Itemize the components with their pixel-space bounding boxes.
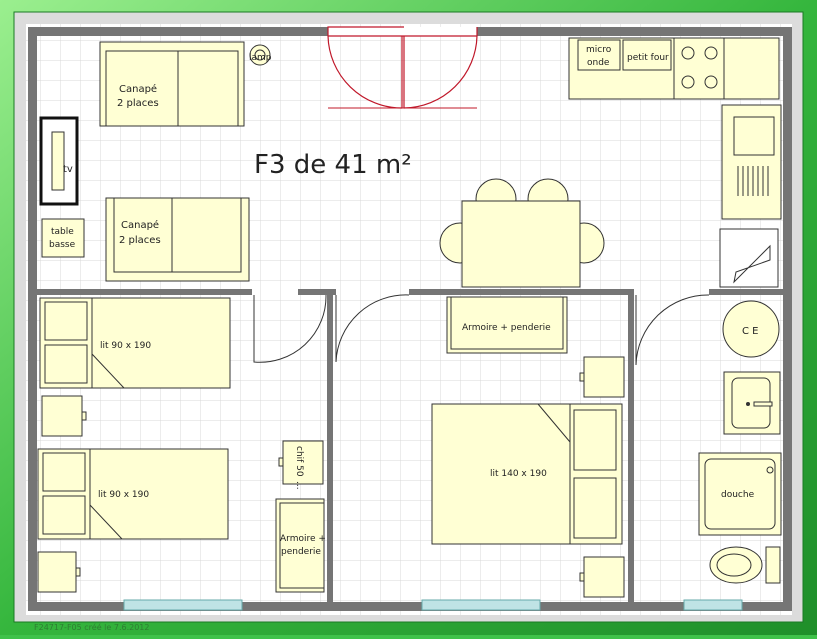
bed-single-b-pillow-2 xyxy=(42,495,86,535)
dining-table xyxy=(461,200,581,288)
nightstand-bedroom1-b xyxy=(37,551,77,593)
wall-partition-v2 xyxy=(628,295,634,602)
bed-single-a-label: lit 90 x 190 xyxy=(100,341,151,351)
lamp-label: lamp xyxy=(249,53,272,63)
wall-left xyxy=(28,27,37,611)
microwave-label-1: micro xyxy=(586,45,612,55)
nightstand-bedroom2-b-knob xyxy=(579,572,585,582)
toilet xyxy=(709,546,781,584)
window-bedroom-2 xyxy=(421,599,541,611)
bed-single-b-pillow-1 xyxy=(42,452,86,492)
burner-3 xyxy=(681,75,695,89)
footer-note: F24717-F05 créé le 7.6.2012 xyxy=(34,622,149,632)
wardrobe-bedroom1-label-1: Armoire + xyxy=(280,534,326,544)
wardrobe-bedroom1-inner xyxy=(279,502,325,589)
wall-partition-h3 xyxy=(409,289,634,295)
burner-4 xyxy=(704,75,718,89)
water-heater-label: C E xyxy=(742,326,758,337)
kitchen-sink xyxy=(733,116,775,156)
chest-of-drawers-knob xyxy=(278,457,284,467)
sofa-top-seat-right xyxy=(177,50,239,127)
wall-partition-h4 xyxy=(709,289,783,295)
wall-partition-h1 xyxy=(37,289,252,295)
washbasin-tap xyxy=(753,401,773,407)
window-bedroom-1 xyxy=(123,599,243,611)
nightstand-bedroom1-a xyxy=(41,395,83,437)
chest-label-1: chif 50 xyxy=(294,446,304,477)
cooktop xyxy=(673,37,725,100)
nightstand-bedroom1-a-knob xyxy=(81,411,87,421)
plan-title: F3 de 41 m² xyxy=(254,150,412,180)
sofa-bottom-label-2: 2 places xyxy=(119,235,161,246)
sofa-bottom-label-1: Canapé xyxy=(121,219,159,231)
microwave-label-2: onde xyxy=(587,58,610,68)
sink-drainboard xyxy=(737,166,769,196)
electric-panel xyxy=(719,228,779,288)
nightstand-bedroom2-a xyxy=(583,356,625,398)
wall-right xyxy=(783,27,792,611)
bed-single-a-pillow-1 xyxy=(44,301,88,341)
chest-label-2: ... xyxy=(294,481,304,490)
tv-label: tv xyxy=(63,164,73,175)
tv-screen xyxy=(51,131,65,191)
sofa-bottom-seat-right xyxy=(171,197,242,273)
coffee-table-label-1: table xyxy=(51,227,74,237)
bed-single-a-pillow-2 xyxy=(44,344,88,384)
wall-partition-h2 xyxy=(298,289,336,295)
nightstand-bedroom1-b-knob xyxy=(75,567,81,577)
small-oven-label: petit four xyxy=(627,53,669,63)
wardrobe-bedroom2-label: Armoire + penderie xyxy=(462,323,551,333)
wardrobe-bedroom1-label-2: penderie xyxy=(281,547,321,557)
floor-plan-svg: Canapé 2 places lamp tv table basse Cana… xyxy=(0,0,817,635)
window-opening-top xyxy=(328,27,477,36)
washbasin-drain xyxy=(746,402,750,406)
coffee-table-label-2: basse xyxy=(49,240,76,250)
sofa-top-label-1: Canapé xyxy=(119,83,157,95)
shower-label: douche xyxy=(721,490,755,500)
nightstand-bedroom2-a-knob xyxy=(579,372,585,382)
wall-partition-v1 xyxy=(327,295,333,602)
window-bathroom xyxy=(683,599,743,611)
bed-double-pillow-2 xyxy=(573,477,617,539)
nightstand-bedroom2-b xyxy=(583,556,625,598)
bed-double-label: lit 140 x 190 xyxy=(490,469,547,479)
floor-plan: Canapé 2 places lamp tv table basse Cana… xyxy=(0,0,817,635)
burner-1 xyxy=(681,46,695,60)
burner-2 xyxy=(704,46,718,60)
bed-double-pillow-1 xyxy=(573,409,617,471)
sofa-top-label-2: 2 places xyxy=(117,98,159,109)
coffee-table xyxy=(41,218,85,258)
bed-single-b-label: lit 90 x 190 xyxy=(98,490,149,500)
